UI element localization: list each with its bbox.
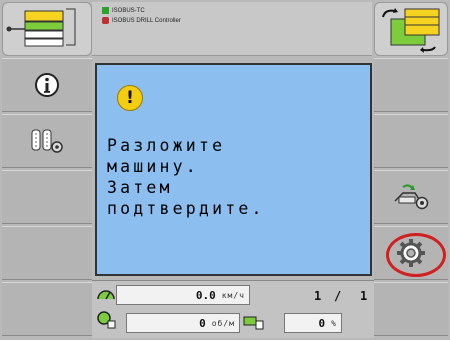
info-icon <box>35 73 59 97</box>
fan-pressure-icon <box>243 316 264 330</box>
rpm-readout: 0 об/м <box>126 313 240 333</box>
status-bar: 0.0 км/ч 1 / 1 0 об/м 0 % <box>92 280 374 338</box>
right-softkey-5[interactable] <box>374 282 448 336</box>
speed-readout: 0.0 км/ч <box>116 285 250 305</box>
machine-settings-icon <box>394 184 429 210</box>
warning-icon: ! <box>117 85 143 111</box>
left-softkey-4[interactable] <box>2 226 92 280</box>
percent-readout: 0 % <box>284 313 342 333</box>
header-line-2: ISOBUS DRILL Controller <box>102 17 181 24</box>
header-line-1: ISOBUS-TC <box>102 7 145 14</box>
seed-settings-softkey[interactable] <box>2 114 92 168</box>
machine-settings-softkey[interactable] <box>374 170 448 224</box>
seed-settings-icon <box>31 129 63 153</box>
right-softkey-2[interactable] <box>374 114 448 168</box>
message-line: Разложите <box>107 136 226 155</box>
page-separator: / <box>334 289 342 303</box>
message-line: Затем <box>107 178 173 197</box>
dialog-message: Разложите машину. Затем подтвердите. <box>107 135 265 219</box>
page-current: 1 <box>314 289 322 303</box>
tractor-icon <box>102 17 109 24</box>
left-softkey-3[interactable] <box>2 170 92 224</box>
highlight-circle <box>386 233 446 277</box>
left-softkey-5[interactable] <box>2 282 92 336</box>
switch-screen-icon <box>382 8 440 53</box>
switch-screen-button[interactable] <box>374 2 448 56</box>
implement-layout-icon <box>6 8 76 47</box>
task-controller-icon <box>102 7 109 14</box>
message-line: машину. <box>107 157 199 176</box>
info-softkey[interactable] <box>2 58 92 112</box>
message-line: подтвердите. <box>107 199 265 218</box>
rpm-sensor-icon <box>97 311 116 329</box>
header-bar: ISOBUS-TC ISOBUS DRILL Controller <box>92 2 372 56</box>
speedometer-icon <box>97 290 115 300</box>
message-dialog[interactable]: ! Разложите машину. Затем подтвердите. <box>95 63 372 276</box>
right-softkey-1[interactable] <box>374 58 448 112</box>
implement-layout-button[interactable] <box>2 2 92 56</box>
page-total: 1 <box>360 289 368 303</box>
terminal-screen: ISOBUS-TC ISOBUS DRILL Controller ! Разл… <box>0 0 450 340</box>
